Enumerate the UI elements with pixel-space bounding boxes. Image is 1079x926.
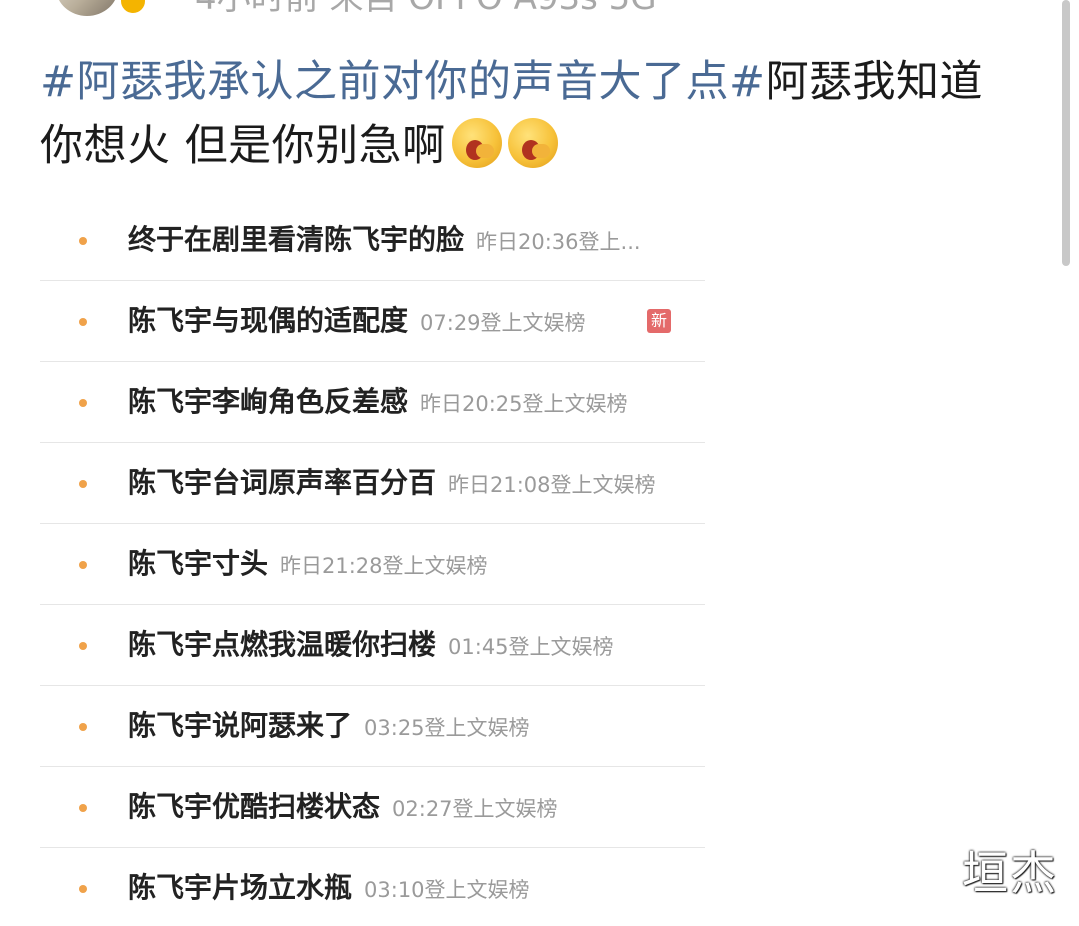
- verified-badge-icon: [118, 0, 148, 16]
- post-text: #阿瑟我承认之前对你的声音大了点#阿瑟我知道 你想火 但是你别急啊: [40, 50, 1020, 178]
- weibo-post-screen: 4小时前 来自 OPPO A93s 5G #阿瑟我承认之前对你的声音大了点#阿瑟…: [0, 0, 1079, 926]
- new-badge: 新: [647, 309, 671, 333]
- list-item[interactable]: 陈飞宇与现偶的适配度 07:29登上文娱榜 新: [40, 281, 705, 362]
- hot-item-time: 01:45登上文娱榜: [448, 635, 614, 659]
- post-meta: 4小时前 来自 OPPO A93s 5G: [195, 0, 657, 18]
- watermark: 垣杰: [962, 846, 1058, 900]
- list-item[interactable]: 陈飞宇点燃我温暖你扫楼 01:45登上文娱榜: [40, 605, 705, 686]
- list-item[interactable]: 陈飞宇优酷扫楼状态 02:27登上文娱榜: [40, 767, 705, 848]
- bullet-dot-icon: [79, 480, 87, 488]
- topic-hashtag-link[interactable]: #阿瑟我承认之前对你的声音大了点#: [40, 57, 766, 107]
- bullet-dot-icon: [79, 642, 87, 650]
- list-item[interactable]: 陈飞宇说阿瑟来了 03:25登上文娱榜: [40, 686, 705, 767]
- avatar[interactable]: [56, 0, 118, 16]
- hot-item-time: 昨日20:36登上...: [476, 230, 641, 254]
- list-item[interactable]: 陈飞宇寸头 昨日21:28登上文娱榜: [40, 524, 705, 605]
- bullet-dot-icon: [79, 561, 87, 569]
- bullet-dot-icon: [79, 804, 87, 812]
- post-header: 4小时前 来自 OPPO A93s 5G: [0, 0, 1000, 22]
- list-item[interactable]: 终于在剧里看清陈飞宇的脸 昨日20:36登上...: [40, 200, 705, 281]
- list-item[interactable]: 陈飞宇李峋角色反差感 昨日20:25登上文娱榜: [40, 362, 705, 443]
- hot-item-time: 03:25登上文娱榜: [364, 716, 530, 740]
- hot-item-title: 陈飞宇李峋角色反差感: [128, 385, 409, 418]
- post-text-line1: 阿瑟我知道: [765, 57, 984, 107]
- hot-search-list: 终于在剧里看清陈飞宇的脸 昨日20:36登上... 陈飞宇与现偶的适配度 07:29…: [40, 200, 705, 926]
- hot-item-time: 03:10登上文娱榜: [364, 878, 530, 902]
- bullet-dot-icon: [79, 885, 87, 893]
- hot-item-title: 陈飞宇台词原声率百分百: [128, 466, 437, 499]
- hot-item-title: 终于在剧里看清陈飞宇的脸: [128, 223, 465, 256]
- hot-item-title: 陈飞宇说阿瑟来了: [128, 709, 353, 742]
- yawn-emoji-icon: [451, 118, 502, 168]
- hot-item-time: 昨日20:25登上文娱榜: [420, 392, 628, 416]
- list-item[interactable]: 陈飞宇片场立水瓶 03:10登上文娱榜: [40, 848, 705, 926]
- yawn-emoji-icon: [507, 118, 558, 168]
- bullet-dot-icon: [79, 399, 87, 407]
- hot-item-time: 昨日21:28登上文娱榜: [280, 554, 488, 578]
- bullet-dot-icon: [79, 318, 87, 326]
- hot-item-title: 陈飞宇优酷扫楼状态: [128, 790, 381, 823]
- hot-item-time: 昨日21:08登上文娱榜: [448, 473, 656, 497]
- hot-item-time: 07:29登上文娱榜: [420, 311, 586, 335]
- hot-item-time: 02:27登上文娱榜: [392, 797, 558, 821]
- bullet-dot-icon: [79, 723, 87, 731]
- post-text-line2: 你想火 但是你别急啊: [40, 121, 446, 171]
- bullet-dot-icon: [79, 237, 87, 245]
- list-item[interactable]: 陈飞宇台词原声率百分百 昨日21:08登上文娱榜: [40, 443, 705, 524]
- hot-item-title: 陈飞宇片场立水瓶: [128, 871, 353, 904]
- scrollbar[interactable]: [1062, 0, 1070, 266]
- hot-item-title: 陈飞宇寸头: [128, 547, 269, 580]
- hot-item-title: 陈飞宇与现偶的适配度: [128, 304, 409, 337]
- hot-item-title: 陈飞宇点燃我温暖你扫楼: [128, 628, 437, 661]
